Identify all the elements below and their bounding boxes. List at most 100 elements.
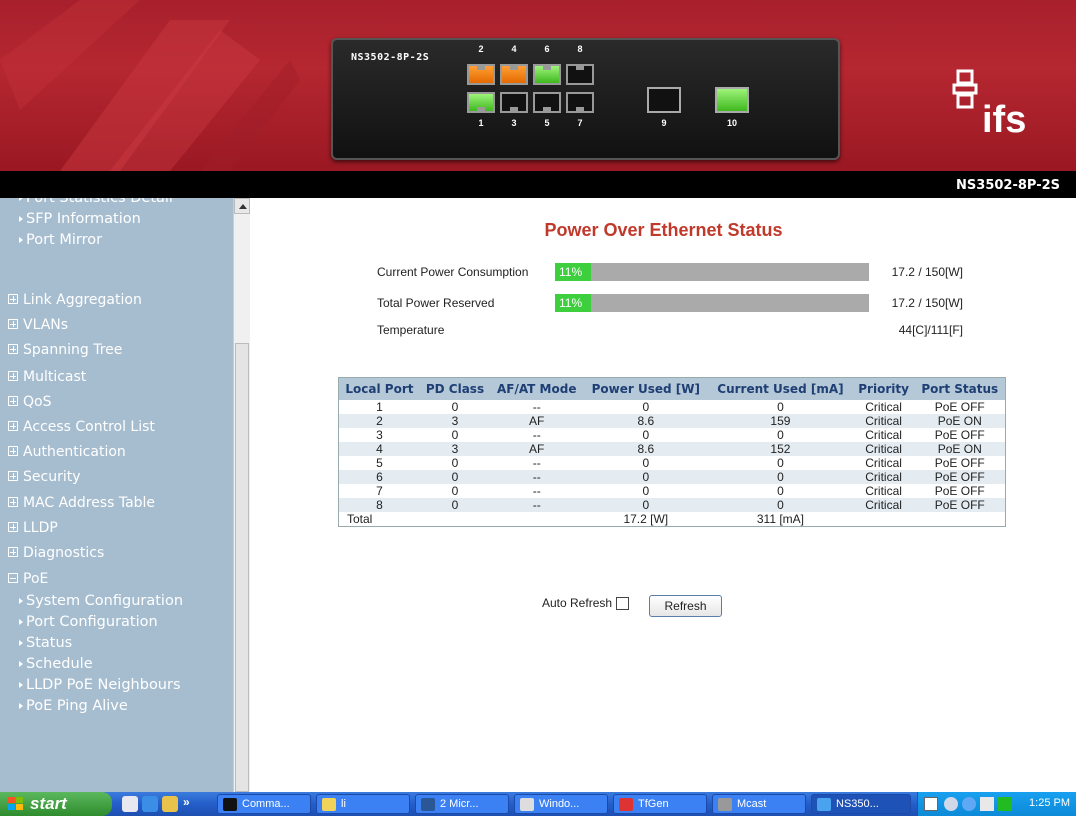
sidebar-scrollbar[interactable]: [233, 198, 250, 792]
sidebar-item-port-configuration[interactable]: Port Configuration: [19, 614, 158, 630]
task-word[interactable]: 2 Micr...: [415, 794, 509, 814]
scroll-up-arrow-icon[interactable]: [234, 198, 250, 214]
table-cell: Total: [347, 512, 373, 526]
arrow-icon: [19, 703, 23, 709]
table-cell: --: [532, 400, 541, 414]
ie-icon: [817, 798, 831, 811]
table-cell: Critical: [852, 498, 915, 512]
cmd-icon: [223, 798, 237, 811]
task-browser-ns3502[interactable]: NS350...: [811, 794, 911, 814]
sidebar-item-poe[interactable]: PoE: [8, 571, 48, 587]
sidebar-item-lldp-poe-neighbours[interactable]: LLDP PoE Neighbours: [19, 677, 181, 693]
help-icon[interactable]: [924, 797, 938, 811]
port-6-led[interactable]: [533, 64, 561, 85]
quicklaunch-overflow-icon[interactable]: »: [183, 795, 190, 809]
sidebar-nav: Port Statistics Detail SFP Information P…: [0, 198, 233, 792]
port-number-label: 8: [577, 44, 583, 54]
task-folder[interactable]: li: [316, 794, 410, 814]
explorer-quicklaunch-icon[interactable]: [162, 796, 178, 812]
sidebar-item-system-configuration[interactable]: System Configuration: [19, 593, 183, 609]
sidebar-item-spanning-tree[interactable]: Spanning Tree: [8, 342, 122, 358]
expand-icon: [8, 547, 18, 557]
port-3-led[interactable]: [500, 92, 528, 113]
sidebar-item-label: PoE: [23, 571, 49, 587]
port-number-label: 7: [577, 118, 583, 128]
show-desktop-icon[interactable]: [122, 796, 138, 812]
back-icon[interactable]: [962, 797, 976, 811]
sidebar-item-label: Multicast: [23, 369, 87, 385]
sidebar-item-mac-address-table[interactable]: MAC Address Table: [8, 495, 155, 511]
collapse-icon: [8, 573, 18, 583]
sidebar-item-label: PoE Ping Alive: [26, 698, 128, 714]
scroll-thumb[interactable]: [235, 343, 249, 792]
sidebar-item-qos[interactable]: QoS: [8, 394, 51, 410]
sidebar-item-port-mirror[interactable]: Port Mirror: [19, 232, 102, 248]
column-header: AF/AT Mode: [490, 377, 584, 400]
port-4-led[interactable]: [500, 64, 528, 85]
network-icon[interactable]: [944, 797, 958, 811]
port-1-led[interactable]: [467, 92, 495, 113]
task-label: Mcast: [737, 798, 767, 810]
arrow-icon: [19, 237, 23, 243]
total-reserved-label: Total Power Reserved: [377, 296, 495, 310]
table-cell: 0: [451, 428, 459, 442]
sidebar-item-sfp-information[interactable]: SFP Information: [19, 211, 141, 227]
table-cell: 1: [376, 400, 383, 414]
start-label: start: [30, 794, 67, 813]
table-cell: 0: [642, 484, 650, 498]
table-cell: [915, 512, 1006, 527]
port-2-led[interactable]: [467, 64, 495, 85]
arrow-icon: [19, 682, 23, 688]
table-cell: 17.2 [W]: [623, 512, 669, 526]
sfp-port-9-led[interactable]: [647, 87, 681, 113]
sfp-port-10-led[interactable]: [715, 87, 749, 113]
task-windows[interactable]: Windo...: [514, 794, 608, 814]
sidebar-item-vlans[interactable]: VLANs: [8, 317, 68, 333]
expand-icon: [8, 294, 18, 304]
table-row: 6 0 -- 0 0 Critical PoE OFF: [338, 470, 1006, 484]
device-model-label: NS3502-8P-2S: [351, 52, 430, 63]
sidebar-item-multicast[interactable]: Multicast: [8, 369, 86, 385]
monitor-icon[interactable]: [980, 797, 994, 811]
sidebar-item-poe-ping-alive[interactable]: PoE Ping Alive: [19, 698, 128, 714]
table-cell: Critical: [865, 456, 902, 470]
task-mcast[interactable]: Mcast: [712, 794, 806, 814]
header-decoration: [0, 0, 300, 171]
table-cell: 0: [777, 400, 784, 414]
task-command-prompt[interactable]: Comma...: [217, 794, 311, 814]
table-cell: 0: [451, 400, 459, 414]
total-reserved-value: 17.2 / 150[W]: [891, 296, 963, 310]
current-power-label: Current Power Consumption: [377, 265, 529, 279]
auto-refresh-checkbox[interactable]: [616, 597, 630, 611]
port-8-led[interactable]: [566, 64, 594, 85]
start-button[interactable]: start: [0, 792, 112, 816]
sidebar-item-diagnostics[interactable]: Diagnostics: [8, 545, 104, 561]
sidebar-item-access-control-list[interactable]: Access Control List: [8, 419, 155, 435]
port-5-led[interactable]: [533, 92, 561, 113]
sidebar-item-label: Security: [23, 469, 81, 485]
expand-icon: [8, 497, 18, 507]
status-icon[interactable]: [998, 797, 1012, 811]
table-cell: 0: [777, 428, 784, 442]
sidebar-item-schedule[interactable]: Schedule: [19, 656, 93, 672]
sidebar-item-link-aggregation[interactable]: Link Aggregation: [8, 292, 142, 308]
sidebar-item-security[interactable]: Security: [8, 469, 81, 485]
column-header: Power Used [W]: [583, 377, 709, 400]
sidebar-item-authentication[interactable]: Authentication: [8, 444, 126, 460]
sidebar-item-status[interactable]: Status: [19, 635, 72, 651]
arrow-icon: [19, 216, 23, 222]
expand-icon: [8, 471, 18, 481]
table-row: 1 0 -- 0 0 Critical PoE OFF: [339, 400, 1006, 414]
auto-refresh: Auto Refresh: [542, 596, 630, 611]
table-cell: PoE OFF: [934, 400, 985, 414]
table-cell: 8: [338, 498, 420, 512]
sidebar-item-port-statistics-detail[interactable]: Port Statistics Detail: [19, 198, 173, 206]
refresh-button[interactable]: Refresh: [649, 595, 722, 617]
table-cell: 0: [708, 498, 853, 512]
table-cell: PoE ON: [914, 442, 1006, 456]
task-tfgen[interactable]: TfGen: [613, 794, 707, 814]
port-7-led[interactable]: [566, 92, 594, 113]
table-cell: PoE ON: [914, 414, 1006, 428]
sidebar-item-lldp[interactable]: LLDP: [8, 520, 58, 536]
ie-quicklaunch-icon[interactable]: [142, 796, 158, 812]
